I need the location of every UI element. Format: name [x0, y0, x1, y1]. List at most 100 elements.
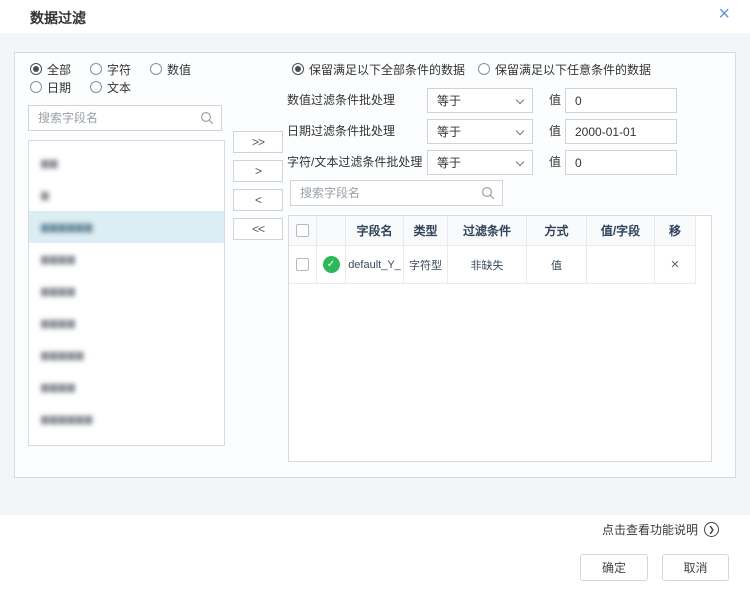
move-all-left-button[interactable]: <<	[233, 218, 283, 240]
char-text-value-input[interactable]	[565, 150, 677, 175]
move-left-button[interactable]: <	[233, 189, 283, 211]
field-name-redacted: ▆▆▆▆	[41, 382, 76, 393]
value-field-cell[interactable]	[587, 246, 655, 284]
radio-icon	[90, 63, 102, 75]
radio-label: 文本	[107, 79, 131, 96]
remove-header: 移	[655, 216, 696, 246]
chevron-down-icon	[516, 96, 524, 104]
char-text-operator-select[interactable]: 等于	[427, 150, 533, 175]
radio-type-all[interactable]: 全部	[30, 62, 71, 76]
selected-operator: 等于	[437, 154, 461, 171]
list-item-selected[interactable]: ▆▆▆▆▆▆	[29, 211, 224, 243]
radio-label: 全部	[47, 61, 71, 78]
left-search-input[interactable]	[29, 106, 221, 130]
selected-operator: 等于	[437, 123, 461, 140]
chevron-down-icon	[516, 127, 524, 135]
field-list: ▆▆ ▆ ▆▆▆▆▆▆ ▆▆▆▆ ▆▆▆▆ ▆▆▆▆ ▆▆▆▆▆ ▆▆▆▆ ▆▆…	[28, 140, 225, 446]
right-search-input[interactable]	[291, 181, 502, 205]
radio-label: 数值	[167, 61, 191, 78]
list-item[interactable]: ▆▆▆▆	[29, 307, 224, 339]
list-item[interactable]: ▆▆▆▆	[29, 243, 224, 275]
radio-type-text[interactable]: 文本	[90, 80, 131, 94]
data-filter-dialog: 数据过滤 × 全部 字符 数值 日期 文本 ▆▆ ▆ ▆▆▆▆▆▆ ▆▆▆▆ ▆…	[0, 0, 750, 593]
radio-label: 保留满足以下任意条件的数据	[495, 61, 651, 78]
type-header: 类型	[404, 216, 448, 246]
list-item[interactable]: ▆▆▆▆▆	[29, 339, 224, 371]
radio-icon	[30, 63, 42, 75]
field-header: 字段名	[346, 216, 404, 246]
field-name-redacted: ▆▆	[41, 158, 58, 169]
move-right-button[interactable]: >	[233, 160, 283, 182]
field-name-redacted: ▆▆▆▆	[41, 318, 76, 329]
table-header-row: 字段名 类型 过滤条件 方式 值/字段 移	[289, 216, 696, 246]
chevron-down-icon	[516, 158, 524, 166]
date-value-label: 值	[549, 119, 561, 144]
row-select-cell	[289, 246, 317, 284]
filter-condition-cell[interactable]: 非缺失	[448, 246, 527, 284]
field-name-redacted: ▆▆▆▆▆	[41, 350, 84, 361]
remove-cell: ×	[655, 246, 696, 284]
radio-type-date[interactable]: 日期	[30, 80, 71, 94]
field-name-redacted: ▆▆▆▆▆▆	[41, 414, 93, 425]
date-batch-label: 日期过滤条件批处理	[287, 119, 395, 144]
date-operator-select[interactable]: 等于	[427, 119, 533, 144]
radio-label: 日期	[47, 79, 71, 96]
list-item[interactable]: ▆▆▆▆	[29, 275, 224, 307]
radio-label: 保留满足以下全部条件的数据	[309, 61, 465, 78]
cancel-button[interactable]: 取消	[662, 554, 729, 581]
radio-icon	[292, 63, 304, 75]
list-item[interactable]: ▆	[29, 179, 224, 211]
search-icon	[200, 111, 214, 125]
date-value-input[interactable]	[565, 119, 677, 144]
dialog-title: 数据过滤	[30, 8, 86, 28]
field-type-cell: 字符型	[404, 246, 448, 284]
char-text-batch-label: 字符/文本过滤条件批处理	[287, 150, 422, 175]
row-checkbox[interactable]	[296, 258, 309, 271]
field-name-redacted: ▆	[41, 190, 50, 201]
dialog-header: 数据过滤 ×	[0, 0, 750, 33]
select-all-cell	[289, 216, 317, 246]
condition-header: 过滤条件	[448, 216, 527, 246]
help-link[interactable]: 点击查看功能说明 ❯	[602, 521, 719, 538]
field-name-redacted: ▆▆▆▆	[41, 254, 76, 265]
selected-operator: 等于	[437, 92, 461, 109]
mode-cell[interactable]: 值	[527, 246, 587, 284]
help-label: 点击查看功能说明	[602, 521, 698, 538]
numeric-value-input[interactable]	[565, 88, 677, 113]
select-all-checkbox[interactable]	[296, 224, 309, 237]
numeric-operator-select[interactable]: 等于	[427, 88, 533, 113]
ok-button[interactable]: 确定	[580, 554, 648, 581]
search-icon	[481, 186, 495, 200]
list-item[interactable]: ▆▆	[29, 147, 224, 179]
radio-icon	[150, 63, 162, 75]
field-name-redacted: ▆▆▆▆	[41, 286, 76, 297]
radio-icon	[30, 81, 42, 93]
help-arrow-icon: ❯	[704, 522, 719, 537]
numeric-value-label: 值	[549, 88, 561, 113]
list-item[interactable]: ▆▆▆▆	[29, 371, 224, 403]
radio-icon	[90, 81, 102, 93]
radio-icon	[478, 63, 490, 75]
radio-keep-all-conditions[interactable]: 保留满足以下全部条件的数据	[292, 62, 465, 76]
list-item[interactable]: ▆▆▆▆▆▆	[29, 403, 224, 435]
left-search-box	[28, 105, 222, 131]
char-text-value-label: 值	[549, 150, 561, 175]
numeric-batch-label: 数值过滤条件批处理	[287, 88, 395, 113]
close-icon[interactable]: ×	[714, 2, 734, 26]
field-name-cell: default_Y_	[346, 246, 404, 284]
field-name-redacted: ▆▆▆▆▆▆	[41, 222, 93, 233]
mode-header: 方式	[527, 216, 587, 246]
radio-label: 字符	[107, 61, 131, 78]
radio-type-numeric[interactable]: 数值	[150, 62, 191, 76]
status-header-cell	[317, 216, 346, 246]
radio-keep-any-condition[interactable]: 保留满足以下任意条件的数据	[478, 62, 651, 76]
row-status-cell	[317, 246, 346, 284]
conditions-table: 字段名 类型 过滤条件 方式 值/字段 移 default_Y_ 字符型 非缺失…	[288, 215, 712, 462]
move-all-right-button[interactable]: >>	[233, 131, 283, 153]
check-circle-icon	[323, 256, 340, 273]
table-row: default_Y_ 字符型 非缺失 值 ×	[289, 246, 696, 284]
value-field-header: 值/字段	[587, 216, 655, 246]
right-search-box	[290, 180, 503, 206]
radio-type-char[interactable]: 字符	[90, 62, 131, 76]
remove-row-icon[interactable]: ×	[671, 257, 680, 272]
